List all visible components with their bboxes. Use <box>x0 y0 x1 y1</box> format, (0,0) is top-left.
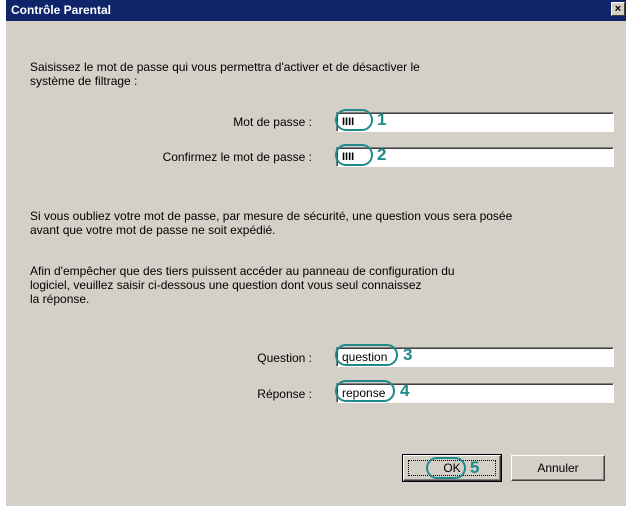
callout-ring-1 <box>335 109 373 131</box>
close-button[interactable]: × <box>611 2 625 16</box>
question-note-line-3: la réponse. <box>30 292 90 306</box>
security-note-text: Si vous oubliez votre mot de passe, par … <box>30 209 512 237</box>
callout-number-2: 2 <box>377 145 387 164</box>
callout-ring-3 <box>335 344 398 366</box>
ok-button[interactable]: OK 5 <box>402 454 502 482</box>
confirm-password-field[interactable]: IIII 2 <box>335 144 614 167</box>
password-label: Mot de passe : <box>233 115 312 129</box>
answer-label: Réponse : <box>257 387 312 401</box>
question-label: Question : <box>257 351 312 365</box>
close-icon: × <box>614 3 622 15</box>
answer-field[interactable]: reponse 4 <box>335 380 614 403</box>
security-note-line-1: Si vous oubliez votre mot de passe, par … <box>30 209 513 223</box>
cancel-button-label: Annuler <box>537 461 579 475</box>
callout-ring-4 <box>335 380 395 402</box>
intro-line-2: système de filtrage : <box>30 74 138 88</box>
question-note-line-1: Afin d'empêcher que des tiers puissent a… <box>30 264 455 278</box>
confirm-password-label: Confirmez le mot de passe : <box>162 150 312 164</box>
callout-ring-5 <box>426 457 466 479</box>
cancel-button[interactable]: Annuler <box>511 455 605 481</box>
password-field[interactable]: IIII 1 <box>335 109 614 132</box>
question-field[interactable]: question 3 <box>335 344 614 367</box>
question-note-line-2: logiciel, veuillez saisir ci-dessous une… <box>30 278 422 292</box>
security-note-line-2: avant que votre mot de passe ne soit exp… <box>30 223 276 237</box>
callout-number-5: 5 <box>470 458 480 477</box>
callout-ring-2 <box>335 144 373 166</box>
intro-text: Saisissez le mot de passe qui vous perme… <box>30 60 420 88</box>
callout-number-1: 1 <box>377 110 387 129</box>
parental-control-dialog: Contrôle Parental × Saisissez le mot de … <box>5 0 626 506</box>
callout-number-4: 4 <box>400 381 410 400</box>
dialog-title: Contrôle Parental <box>11 3 112 17</box>
intro-line-1: Saisissez le mot de passe qui vous perme… <box>30 60 420 74</box>
callout-number-3: 3 <box>403 345 413 364</box>
question-note-text: Afin d'empêcher que des tiers puissent a… <box>30 264 455 306</box>
title-bar[interactable]: Contrôle Parental × <box>6 0 626 21</box>
